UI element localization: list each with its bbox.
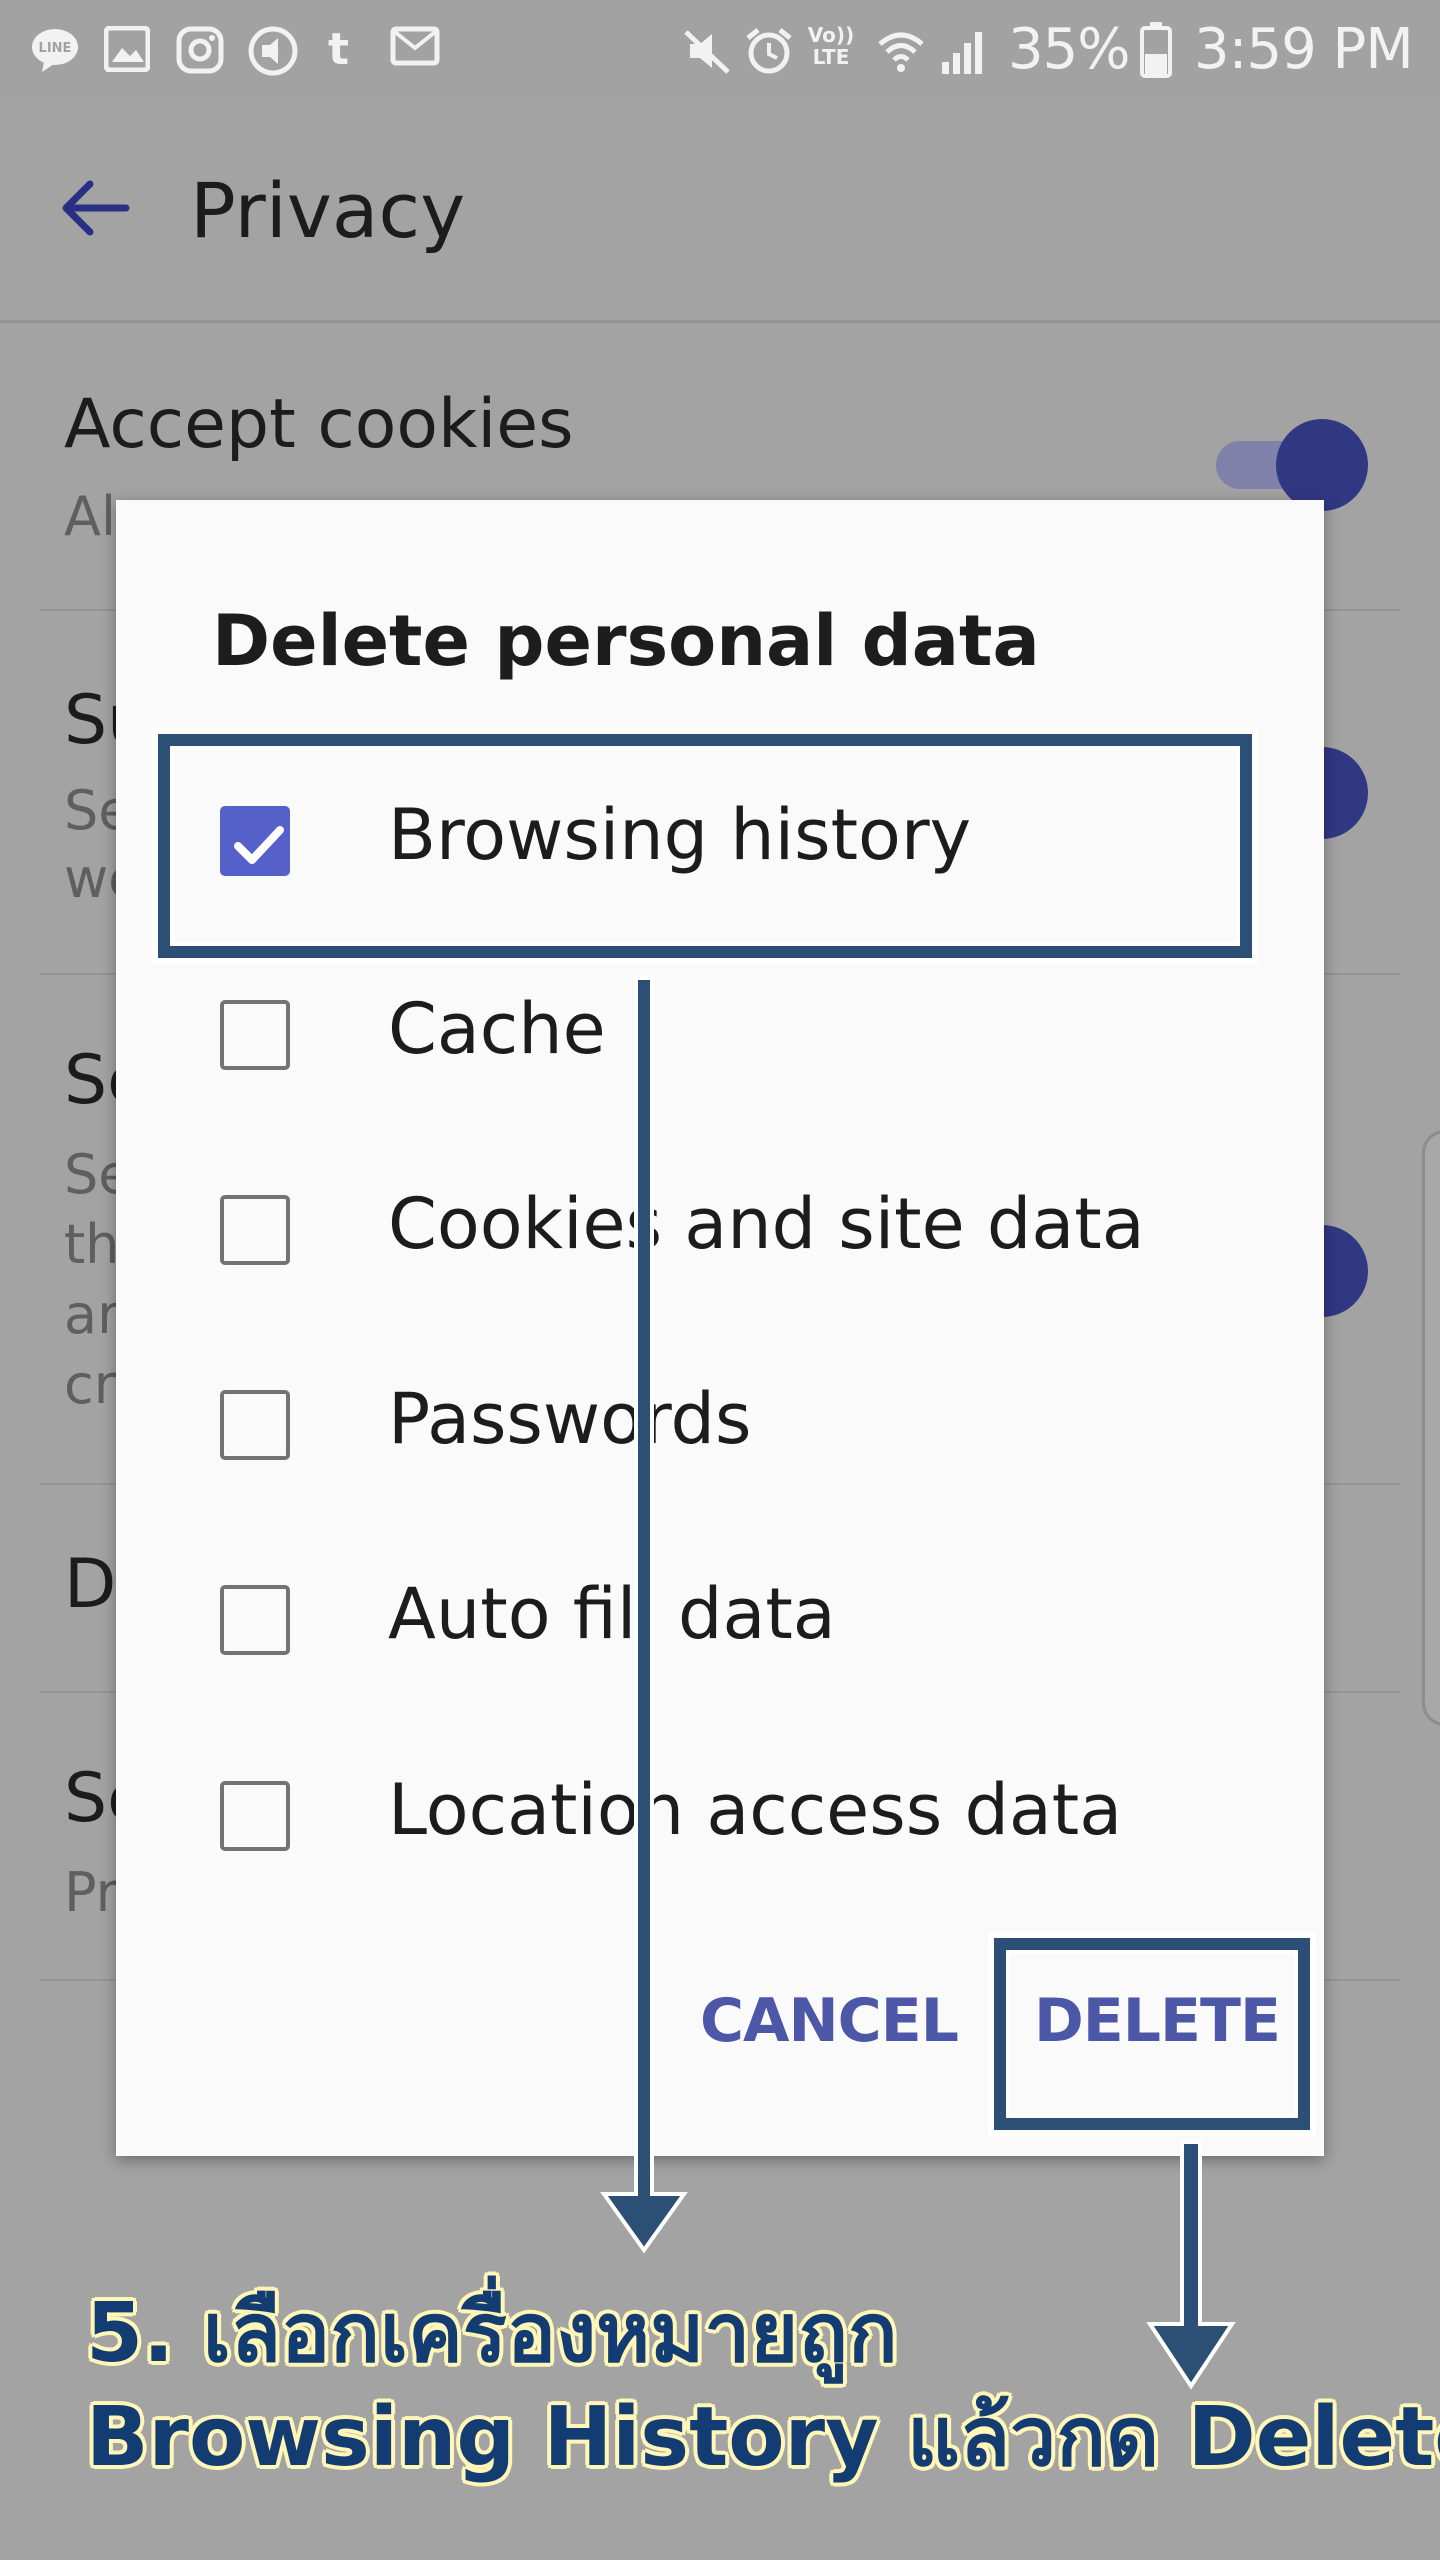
arrow-down-left — [600, 976, 688, 2254]
caption-line-2: Browsing History แล้วกด Delete — [86, 2390, 1440, 2485]
annotation-caption: 5. เลือกเครื่องหมายถูก Browsing History … — [86, 2282, 1440, 2490]
annotation-arrows — [600, 976, 1236, 2390]
caption-line-1: 5. เลือกเครื่องหมายถูก — [86, 2286, 898, 2381]
